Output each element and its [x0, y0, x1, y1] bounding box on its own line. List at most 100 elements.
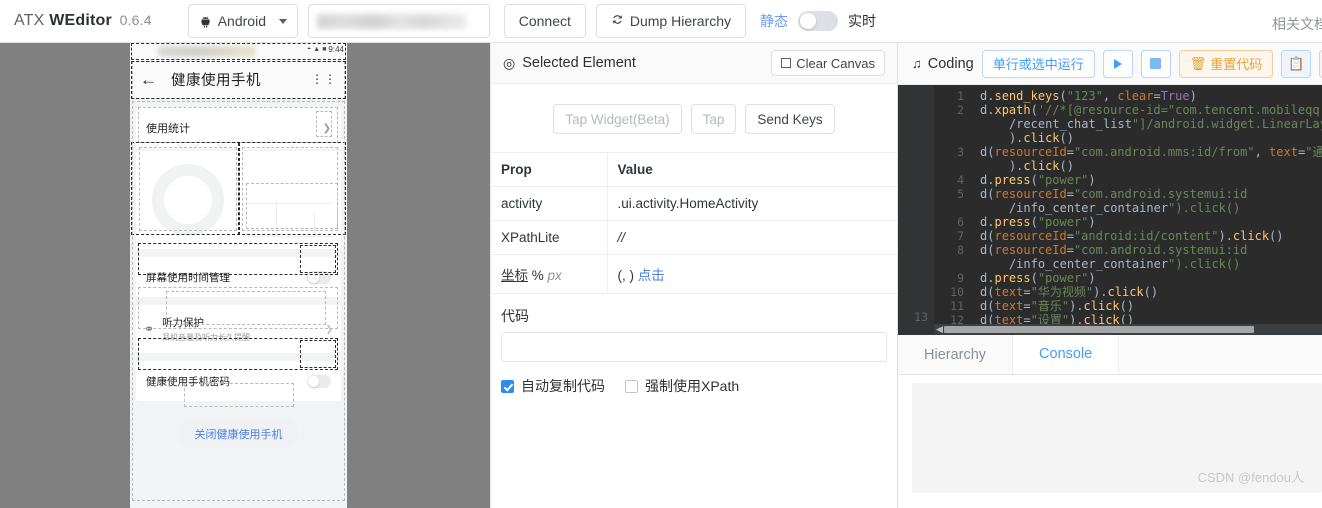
auto-copy-label: 自动复制代码: [521, 378, 605, 394]
editor-code-area[interactable]: 1 d.send_keys("123", clear=True) 2 d.xpath(…: [934, 85, 1322, 335]
phone-row-toggle[interactable]: [307, 270, 331, 284]
app-brand: ATX WEditor 0.6.4: [14, 12, 152, 30]
trash-icon: 🗑: [1189, 55, 1207, 71]
device-serial-input[interactable]: [307, 4, 490, 38]
editor-last-line: 13: [898, 310, 1322, 324]
stop-icon: [1150, 58, 1162, 69]
brand-weditor: WEditor: [49, 12, 112, 29]
prop-name-xpathlite: XPathLite: [491, 220, 608, 255]
code-line: 1 d.send_keys("123", clear=True): [934, 89, 1322, 103]
column-header-prop: Prop: [491, 152, 608, 187]
console-panel: CSDN @fendou人: [898, 375, 1322, 498]
line-number: 13: [914, 310, 928, 324]
code-line: ).click(): [934, 131, 1322, 145]
clear-canvas-button[interactable]: Clear Canvas: [771, 50, 885, 76]
bottom-tabs: Hierarchy Console: [898, 335, 1322, 375]
element-action-buttons: Tap Widget(Beta) Tap Send Keys: [491, 84, 897, 152]
usage-ring-chart: [136, 151, 240, 249]
usage-bar-chart: [240, 151, 341, 249]
code-line: 9 d.press("power"): [934, 271, 1322, 285]
prop-name-coordinates: 坐标 % px: [491, 254, 608, 294]
stop-button[interactable]: [1140, 49, 1171, 78]
reset-code-button[interactable]: 🗑 重置代码: [1178, 49, 1274, 78]
auto-copy-checkbox[interactable]: [501, 379, 514, 393]
force-xpath-checkbox[interactable]: [625, 379, 638, 393]
tab-console[interactable]: Console: [1013, 335, 1120, 374]
tab-hierarchy[interactable]: Hierarchy: [898, 335, 1014, 374]
coord-click-link[interactable]: 点击: [638, 268, 665, 283]
selected-element-title: Selected Element: [522, 55, 636, 71]
battery-icon: ■: [322, 46, 327, 53]
run-button[interactable]: [1102, 49, 1133, 78]
code-text: d(resourceId="com.android.systemui:id: [980, 187, 1248, 201]
code-line: 8 d(resourceId="com.android.systemui:id: [934, 243, 1322, 257]
mode-static-label: 静态: [760, 13, 789, 29]
code-editor[interactable]: 1 d.send_keys("123", clear=True) 2 d.xpath(…: [898, 85, 1322, 335]
copy-icon: 📋: [1288, 55, 1305, 71]
kebab-menu-icon[interactable]: ⋮⋮: [311, 73, 337, 85]
code-line: 4 d.press("power"): [934, 173, 1322, 187]
phone-row-hearing-protection[interactable]: ⚭ 听力保护 耳机音量及听力长久提醒 ❯: [136, 305, 341, 353]
prop-value-xpathlite: //: [607, 220, 897, 255]
editor-horizontal-scrollbar[interactable]: ◀: [934, 324, 1322, 335]
code-line: 10 d(text="华为视频").click(): [934, 285, 1322, 299]
clear-canvas-label: Clear Canvas: [796, 55, 875, 71]
device-screenshot-canvas[interactable]: ◓ ▲ ■ 9:44 ← 健康使用手机 ⋮⋮ 使用统计 ❯ 屏幕使用时间管理 ⚭…: [130, 43, 347, 508]
tap-widget-button[interactable]: Tap Widget(Beta): [553, 104, 682, 134]
properties-table: Prop Value activity .ui.activity.HomeAct…: [491, 152, 897, 294]
checkbox-icon: [781, 58, 792, 68]
run-selection-button[interactable]: 单行或选中运行: [981, 49, 1095, 78]
line-number: 5: [957, 187, 964, 201]
code-line: 7 d(resourceId="android:id/content").clic…: [934, 229, 1322, 243]
music-note-icon: ♫: [912, 56, 922, 71]
coding-title: ♫ Coding: [912, 56, 974, 72]
column-header-value: Value: [607, 152, 897, 187]
send-keys-button[interactable]: Send Keys: [745, 104, 835, 134]
connect-button[interactable]: Connect: [503, 4, 586, 38]
coding-pane: ♫ Coding 单行或选中运行 🗑 重置代码 📋 ✖ 1 d.send_keys…: [898, 43, 1322, 508]
code-text: d.xpath('//*[@resource-id="com.tencent.m…: [980, 103, 1322, 117]
coord-unit-px[interactable]: px: [548, 268, 562, 283]
platform-select-label: Android: [217, 13, 266, 29]
phone-row-label: 听力保护: [162, 317, 205, 329]
phone-row-password[interactable]: 健康使用手机密码: [136, 361, 341, 401]
tap-button[interactable]: Tap: [690, 104, 737, 134]
status-bar-blurred-carrier: [158, 46, 256, 57]
dump-hierarchy-button[interactable]: Dump Hierarchy: [595, 4, 747, 38]
weditor-app: ATX WEditor 0.6.4 Android Connect Dump H…: [0, 0, 1322, 508]
phone-row-toggle[interactable]: [307, 374, 331, 388]
scroll-left-arrow-icon[interactable]: ◀: [936, 324, 943, 335]
disable-digital-wellbeing-button[interactable]: 关闭健康使用手机: [178, 419, 299, 449]
prop-value-activity: .ui.activity.HomeActivity: [607, 186, 897, 221]
code-line: /info_center_container").click(): [934, 201, 1322, 215]
back-arrow-icon[interactable]: ←: [140, 71, 157, 88]
live-mode-toggle[interactable]: [798, 11, 839, 31]
docs-link[interactable]: 相关文档: [1272, 14, 1322, 34]
phone-row-label: 健康使用手机密码: [146, 375, 230, 388]
usage-chart-card: [136, 151, 341, 249]
ear-icon: ⚭: [144, 322, 155, 336]
serial-blurred-value: [316, 14, 467, 29]
canvas-backdrop-left: [0, 43, 130, 508]
code-text: d(resourceId="com.android.systemui:id: [980, 243, 1248, 257]
code-text: d(resourceId="android:id/content").click…: [980, 229, 1284, 243]
target-icon: ◎: [503, 54, 516, 71]
code-input-field[interactable]: [501, 332, 887, 362]
toggle-knob: [800, 13, 817, 29]
dump-hierarchy-label: Dump Hierarchy: [629, 13, 732, 29]
scrollbar-thumb[interactable]: [944, 326, 1254, 333]
code-text: d.press("power"): [980, 215, 1096, 229]
prop-name-activity: activity: [491, 186, 608, 221]
usage-stats-card[interactable]: 使用统计 ❯: [136, 107, 341, 149]
code-line: 6 d.press("power"): [934, 215, 1322, 229]
copy-code-button[interactable]: 📋: [1281, 49, 1312, 78]
platform-select[interactable]: Android: [187, 4, 298, 38]
coord-label: 坐标: [501, 268, 528, 283]
chevron-down-icon: [278, 18, 287, 24]
phone-row-screen-time[interactable]: 屏幕使用时间管理: [136, 257, 341, 297]
table-header-row: Prop Value: [491, 152, 897, 187]
coord-unit-percent: %: [531, 268, 544, 283]
chevron-right-icon: ❯: [325, 323, 333, 334]
code-text: d.press("power"): [980, 271, 1096, 285]
phone-page-title: 健康使用手机: [171, 73, 261, 89]
